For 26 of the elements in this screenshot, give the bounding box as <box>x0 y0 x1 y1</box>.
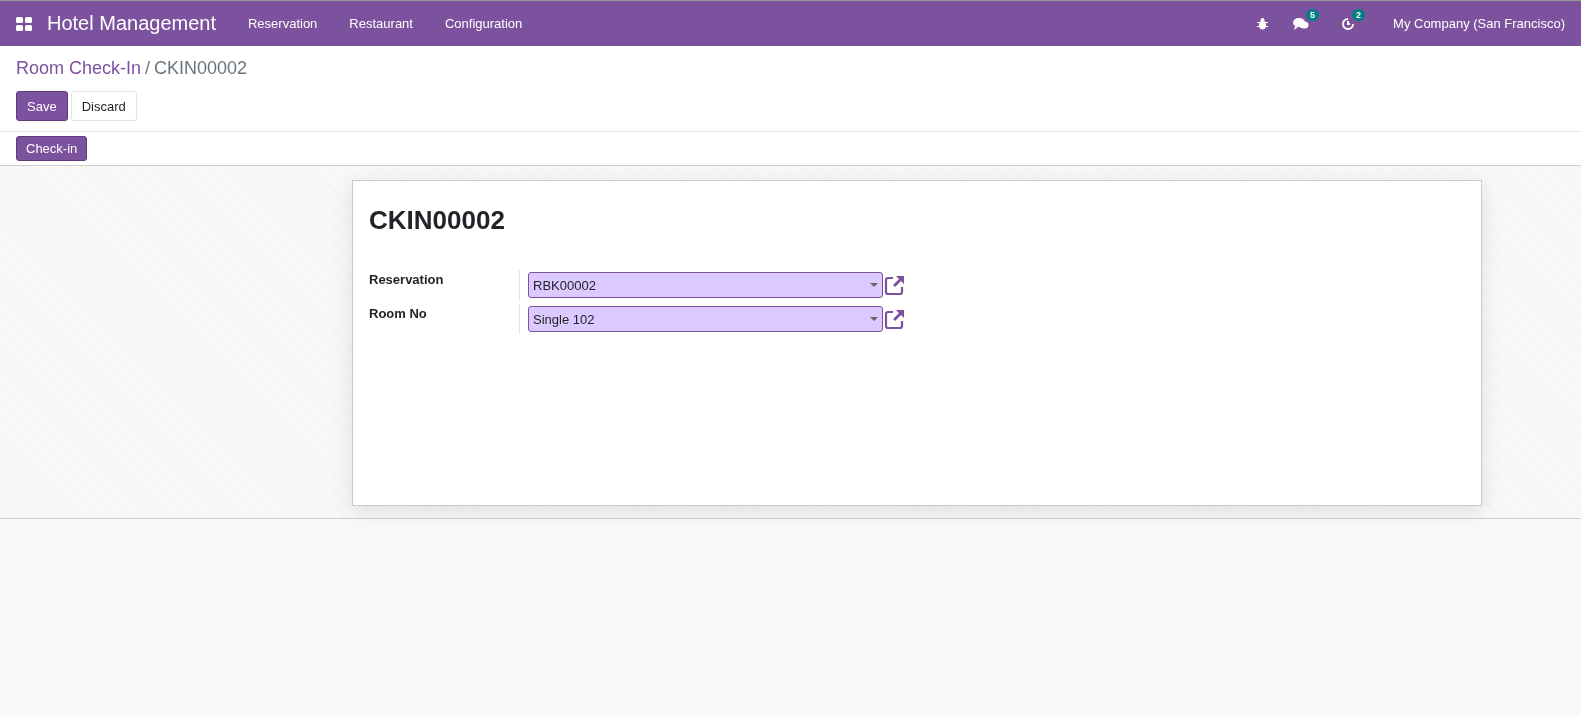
discard-button[interactable]: Discard <box>70 91 137 121</box>
menu-item[interactable]: Configuration <box>428 16 539 31</box>
breadcrumb-separator: / <box>145 58 151 79</box>
field-label: Room No <box>369 305 428 321</box>
menu-item[interactable]: Reservation <box>232 16 334 31</box>
field-label: Reservation <box>369 271 445 287</box>
caret-icon <box>870 317 878 321</box>
caret-icon <box>870 283 878 287</box>
menu-item[interactable]: Restaurant <box>333 16 429 31</box>
notification-badge: 5 <box>1306 8 1320 21</box>
external-link-icon[interactable] <box>884 308 906 330</box>
clock-icon[interactable] <box>1341 16 1356 31</box>
notification-badge: 2 <box>1352 8 1366 21</box>
breadcrumb-link[interactable]: Room Check-In <box>16 58 142 79</box>
dropdown-field[interactable]: Single 102 <box>528 306 883 332</box>
chat-icon[interactable] <box>1293 16 1310 31</box>
dropdown-field[interactable]: RBK00002 <box>528 272 883 298</box>
save-button[interactable]: Save <box>16 91 68 121</box>
breadcrumb-current: CKIN00002 <box>154 58 248 79</box>
record-title: CKIN00002 <box>369 205 506 236</box>
app-title: Hotel Management <box>47 12 216 35</box>
apps-grid-icon[interactable] <box>16 15 32 32</box>
bug-icon[interactable] <box>1256 17 1270 30</box>
external-link-icon[interactable] <box>884 274 906 296</box>
company-switcher[interactable]: My Company (San Francisco) <box>1393 16 1565 31</box>
check-in-button[interactable]: Check-in <box>16 136 88 161</box>
